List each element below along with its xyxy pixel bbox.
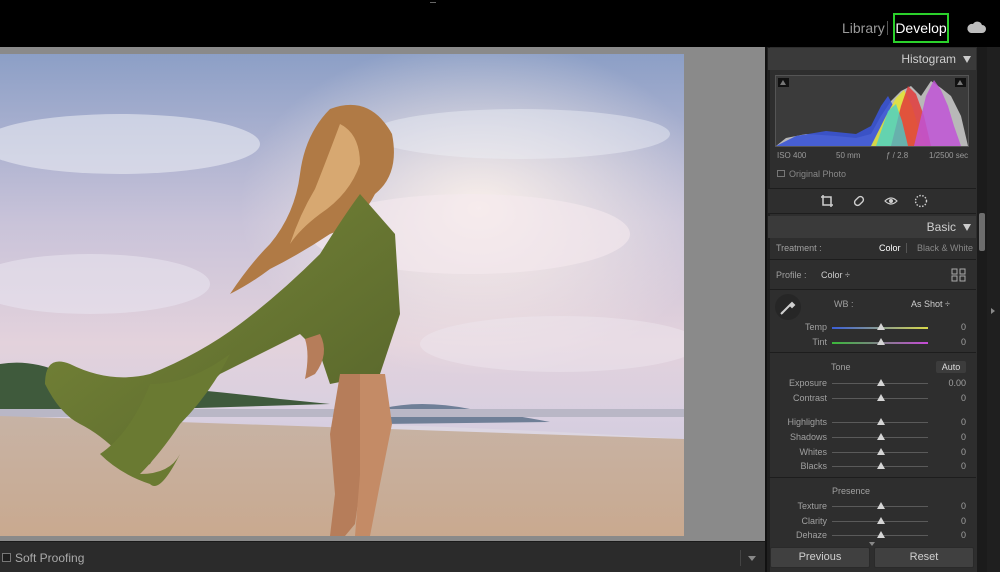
histogram-header[interactable]: Histogram xyxy=(768,48,976,70)
module-develop[interactable]: Develop xyxy=(893,13,949,43)
shadows-label: Shadows xyxy=(789,432,827,442)
exposure-slider-thumb[interactable] xyxy=(877,379,885,386)
exposure-value[interactable]: 0.00 xyxy=(930,378,966,388)
whites-value[interactable]: 0 xyxy=(930,447,966,457)
module-library[interactable]: Library xyxy=(842,13,885,43)
masking-icon[interactable] xyxy=(914,194,928,208)
histogram-curves xyxy=(776,80,968,146)
highlights-label: Highlights xyxy=(787,417,827,427)
chevron-down-icon xyxy=(869,542,875,546)
wb-dropdown[interactable]: As Shot ÷ xyxy=(911,299,950,309)
previous-button[interactable]: Previous xyxy=(770,547,870,568)
reset-button[interactable]: Reset xyxy=(874,547,974,568)
shadows-value[interactable]: 0 xyxy=(930,432,966,442)
histogram-title: Histogram xyxy=(901,52,956,66)
divider xyxy=(768,352,976,353)
soft-proofing-checkbox[interactable] xyxy=(2,553,11,562)
exif-aperture: ƒ / 2.8 xyxy=(886,151,909,160)
original-photo-label: Original Photo xyxy=(789,169,847,179)
treatment-separator xyxy=(906,243,907,253)
divider xyxy=(768,259,976,260)
whites-label: Whites xyxy=(799,447,827,457)
top-panel-toggle[interactable] xyxy=(430,0,436,3)
panel-scrollbar[interactable] xyxy=(977,47,987,572)
top-bar: Library Develop xyxy=(0,0,1000,47)
divider xyxy=(768,477,976,478)
temp-slider-thumb[interactable] xyxy=(877,323,885,330)
toolbar-options-dropdown[interactable] xyxy=(740,550,760,566)
clarity-label: Clarity xyxy=(801,516,827,526)
texture-value[interactable]: 0 xyxy=(930,501,966,511)
blacks-value[interactable]: 0 xyxy=(930,461,966,471)
image-canvas[interactable] xyxy=(0,47,765,541)
crop-overlay-icon[interactable] xyxy=(820,194,834,208)
develop-tool-strip xyxy=(768,188,976,214)
histogram-graph[interactable] xyxy=(775,75,969,147)
presence-label: Presence xyxy=(832,486,871,496)
contrast-slider-thumb[interactable] xyxy=(877,394,885,401)
exif-focal-length: 50 mm xyxy=(836,151,861,160)
cloud-icon[interactable] xyxy=(966,20,986,34)
treatment-bw-option[interactable]: Black & White xyxy=(917,243,973,253)
wb-label: WB : xyxy=(834,299,854,309)
basic-title: Basic xyxy=(926,220,956,234)
exif-iso: ISO 400 xyxy=(777,151,807,160)
temp-label: Temp xyxy=(804,322,827,332)
divider xyxy=(768,289,976,290)
module-separator xyxy=(887,21,888,35)
healing-brush-icon[interactable] xyxy=(852,194,866,208)
clarity-slider-thumb[interactable] xyxy=(877,517,885,524)
texture-slider-thumb[interactable] xyxy=(877,502,885,509)
shadow-clipping-toggle[interactable] xyxy=(778,78,789,87)
clarity-value[interactable]: 0 xyxy=(930,516,966,526)
collapse-triangle-icon[interactable] xyxy=(963,56,971,63)
shadows-slider-thumb[interactable] xyxy=(877,433,885,440)
original-photo-checkbox[interactable] xyxy=(777,170,785,177)
wb-eyedropper-button[interactable] xyxy=(775,294,801,320)
tint-slider-thumb[interactable] xyxy=(877,338,885,345)
bottom-toolbar: Soft Proofing xyxy=(0,541,765,572)
panel-scrollbar-thumb[interactable] xyxy=(979,213,985,251)
blacks-slider-thumb[interactable] xyxy=(877,462,885,469)
profile-label: Profile : xyxy=(776,270,807,280)
profile-dropdown[interactable]: Color ÷ xyxy=(821,270,850,280)
highlight-clipping-toggle[interactable] xyxy=(955,78,966,87)
collapse-triangle-icon[interactable] xyxy=(963,224,971,231)
contrast-value[interactable]: 0 xyxy=(930,393,966,403)
soft-proofing-label[interactable]: Soft Proofing xyxy=(15,551,84,565)
treatment-label: Treatment : xyxy=(776,243,822,253)
tint-label: Tint xyxy=(812,337,827,347)
tint-value[interactable]: 0 xyxy=(930,337,966,347)
right-panel-toggle[interactable] xyxy=(991,308,995,314)
exposure-label: Exposure xyxy=(788,378,827,388)
highlights-value[interactable]: 0 xyxy=(930,417,966,427)
main-photo[interactable] xyxy=(0,54,684,536)
highlights-slider-thumb[interactable] xyxy=(877,418,885,425)
texture-label: Texture xyxy=(797,501,827,511)
dehaze-label: Dehaze xyxy=(795,530,827,540)
contrast-label: Contrast xyxy=(792,393,827,403)
profile-browser-grid-icon[interactable] xyxy=(951,268,966,282)
tone-label: Tone xyxy=(831,362,851,372)
blacks-label: Blacks xyxy=(800,461,827,471)
auto-tone-button[interactable]: Auto xyxy=(936,361,966,373)
treatment-color-option[interactable]: Color xyxy=(879,243,901,253)
dehaze-slider-thumb[interactable] xyxy=(877,531,885,538)
exif-shutter: 1/2500 sec xyxy=(929,151,969,160)
dehaze-value[interactable]: 0 xyxy=(930,530,966,540)
red-eye-icon[interactable] xyxy=(884,194,898,208)
basic-header[interactable]: Basic xyxy=(768,216,976,238)
whites-slider-thumb[interactable] xyxy=(877,448,885,455)
eyedropper-icon xyxy=(780,301,796,315)
temp-value[interactable]: 0 xyxy=(930,322,966,332)
